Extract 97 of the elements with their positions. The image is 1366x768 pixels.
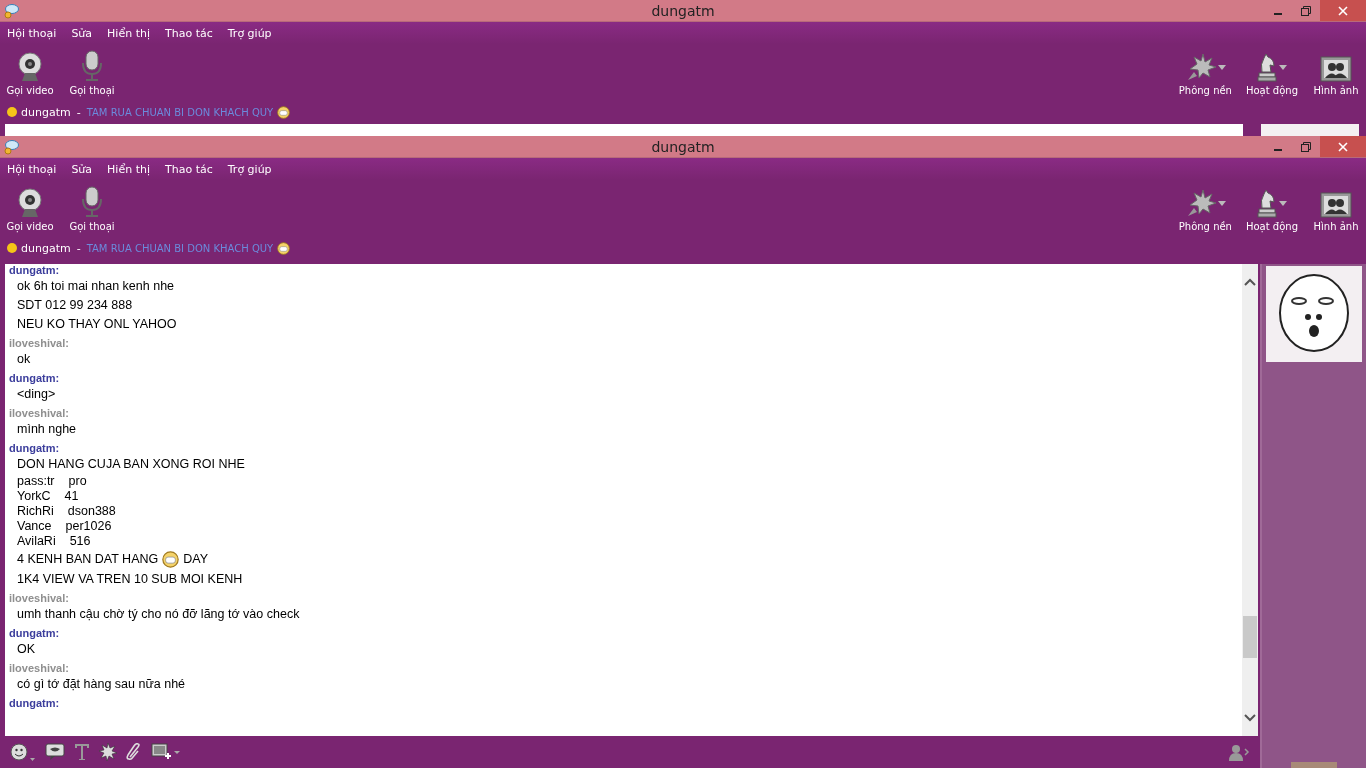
chat-message: 4 KENH BAN DAT HANG xyxy=(17,551,159,568)
toolbar-button[interactable]: Phông nền xyxy=(1178,182,1232,236)
contact-name: dungatm xyxy=(21,241,71,255)
minimize-icon xyxy=(1274,148,1282,151)
microphone-icon xyxy=(80,186,104,218)
separator-text: - xyxy=(76,241,81,255)
toolbar-button[interactable]: Gọi video xyxy=(6,46,54,100)
picture-frame-icon xyxy=(1320,192,1352,218)
toolbar-button[interactable]: Hình ảnh xyxy=(1312,182,1360,236)
chat-message: có gì tớ đặt hàng sau nữa nhé xyxy=(16,676,187,693)
minimize-icon xyxy=(1274,12,1282,15)
chat-message: SDT 012 99 234 888 xyxy=(16,297,134,314)
scrollbar[interactable] xyxy=(1242,264,1258,736)
window-title: dungatm xyxy=(651,2,715,19)
chat-message: pass:tr xyxy=(17,474,55,489)
photo-placeholder xyxy=(1291,762,1337,768)
sender-name: iloveshival: xyxy=(9,592,70,605)
dropdown-caret-icon xyxy=(1217,201,1226,206)
chat-message: DON HANG CUJA BAN XONG ROI NHE xyxy=(16,456,246,473)
screen-capture-icon[interactable] xyxy=(151,742,181,762)
chess-knight-icon xyxy=(1256,188,1279,218)
chat-message: 516 xyxy=(69,534,91,549)
starburst-icon[interactable] xyxy=(99,743,117,761)
chat-message: dson388 xyxy=(67,504,116,519)
menu-item[interactable]: Sửa xyxy=(71,26,93,40)
menu-item[interactable]: Hội thoại xyxy=(7,26,57,40)
chat-message: mình nghe xyxy=(16,421,78,438)
chat-message: OK xyxy=(16,641,37,658)
chat-message: pro xyxy=(68,474,87,489)
status-dot xyxy=(7,107,17,117)
close-button[interactable] xyxy=(1320,0,1366,21)
window-title: dungatm xyxy=(651,138,715,155)
speech-bubble-icon[interactable] xyxy=(45,743,65,761)
chat-message: 41 xyxy=(64,489,79,504)
microphone-icon xyxy=(80,50,104,82)
toolbar-button[interactable]: Hình ảnh xyxy=(1312,46,1360,100)
sender-name: iloveshival: xyxy=(9,407,70,420)
sender-name: iloveshival: xyxy=(9,662,70,675)
picture-frame-icon xyxy=(1320,56,1352,82)
menu-item[interactable]: Trợ giúp xyxy=(227,26,272,40)
restore-icon xyxy=(1301,5,1311,16)
dropdown-caret-icon xyxy=(1217,65,1226,70)
webcam-icon xyxy=(16,188,44,218)
contact-icon[interactable] xyxy=(1228,743,1250,761)
chat-bubble-icon xyxy=(3,138,19,155)
close-icon xyxy=(1338,5,1348,16)
chat-message: RichRi xyxy=(17,504,54,519)
dropdown-caret-icon xyxy=(1279,201,1288,206)
toolbar-button[interactable]: Gọi thoại xyxy=(68,182,116,236)
close-icon xyxy=(1338,141,1348,152)
toolbar-button[interactable]: Gọi thoại xyxy=(68,46,116,100)
sender-name: dungatm: xyxy=(9,697,61,710)
chat-bubble-icon xyxy=(3,2,19,19)
chat-message: ok xyxy=(16,351,32,368)
separator-text: - xyxy=(76,105,81,119)
chat-message: Vance xyxy=(17,519,52,534)
scroll-down-icon xyxy=(1244,714,1256,722)
toolbar-button[interactable]: Gọi video xyxy=(6,182,54,236)
chat-message: umh thanh cậu chờ tý cho nó đỡ lãng tớ vào check xyxy=(16,606,301,623)
menu-item[interactable]: Hiển thị xyxy=(107,162,150,176)
paperclip-icon[interactable] xyxy=(126,743,142,761)
toolbar-button[interactable]: Phông nền xyxy=(1178,46,1232,100)
contact-name: dungatm xyxy=(21,105,71,119)
chat-message: DAY xyxy=(183,551,209,568)
sender-name: dungatm: xyxy=(9,442,61,455)
sender-name: dungatm: xyxy=(9,627,61,640)
text-format-icon[interactable] xyxy=(74,743,90,761)
menu-item[interactable]: Thao tác xyxy=(165,162,213,176)
menu-item[interactable]: Thao tác xyxy=(165,26,213,40)
sender-name: iloveshival: xyxy=(9,337,70,350)
grin-emoticon-icon xyxy=(162,551,180,568)
status-dot xyxy=(7,243,17,253)
close-button[interactable] xyxy=(1320,136,1366,157)
chat-message: 1K4 VIEW VA TREN 10 SUB MOI KENH xyxy=(16,571,244,588)
scrollbar-thumb[interactable] xyxy=(1243,616,1257,658)
scroll-up-icon xyxy=(1244,278,1256,286)
chat-message: NEU KO THAY ONL YAHOO xyxy=(16,316,178,333)
toolbar-button[interactable]: Hoạt động xyxy=(1245,182,1298,236)
chat-message: per1026 xyxy=(65,519,112,534)
chat-message: AvilaRi xyxy=(17,534,56,549)
smiley-icon[interactable] xyxy=(10,742,36,762)
dropdown-caret-icon xyxy=(1279,65,1288,70)
grin-emoticon-icon xyxy=(277,105,291,119)
chat-message: YorkC xyxy=(17,489,51,504)
grin-emoticon-icon xyxy=(277,241,291,255)
restore-icon xyxy=(1301,141,1311,152)
chat-message: ok 6h toi mai nhan kenh nhe xyxy=(16,278,176,295)
chess-knight-icon xyxy=(1256,52,1279,82)
menu-item[interactable]: Trợ giúp xyxy=(227,162,272,176)
menu-item[interactable]: Sửa xyxy=(71,162,93,176)
menu-item[interactable]: Hội thoại xyxy=(7,162,57,176)
webcam-icon xyxy=(16,52,44,82)
sender-name: dungatm: xyxy=(9,372,61,385)
sender-name: dungatm: xyxy=(9,264,61,277)
menu-item[interactable]: Hiển thị xyxy=(107,26,150,40)
chat-message: <ding> xyxy=(16,386,57,403)
toolbar-button[interactable]: Hoạt động xyxy=(1245,46,1298,100)
